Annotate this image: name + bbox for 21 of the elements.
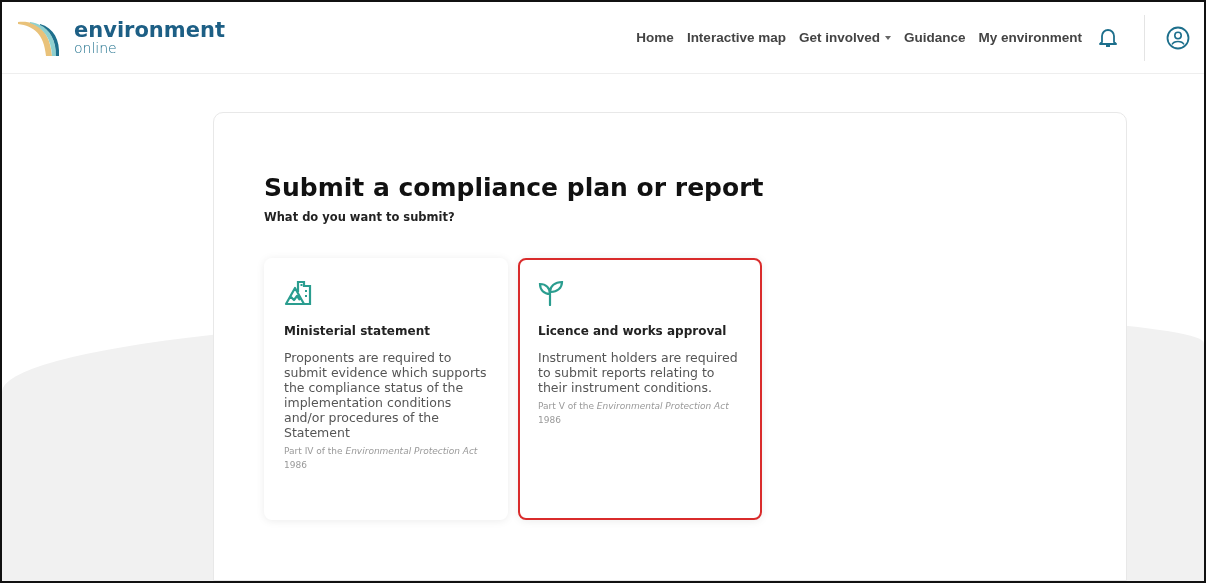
act-reference: Part V of the Environmental Protection Act 1986 bbox=[538, 400, 730, 427]
option-title: Ministerial statement bbox=[284, 324, 431, 338]
option-description: Instrument holders are required to submit reports relating to their instrument conditions. bbox=[538, 350, 739, 395]
nav-link[interactable]: My environment bbox=[978, 30, 1082, 45]
nav-link[interactable]: Get involved bbox=[798, 30, 891, 45]
logo-name[interactable]: environment bbox=[74, 20, 225, 41]
nav-link[interactable]: Guidance bbox=[903, 30, 966, 45]
nav-link[interactable]: Interactive map bbox=[686, 30, 786, 45]
nav-link[interactable]: Home bbox=[636, 30, 674, 45]
act-reference: Part IV of the Environmental Protection Act 1986 bbox=[284, 445, 479, 472]
option-title: Licence and works approval bbox=[538, 324, 728, 338]
option-card[interactable] bbox=[264, 258, 508, 520]
page-title: Submit a compliance plan or report bbox=[264, 173, 765, 202]
question-text: What do you want to submit? bbox=[264, 210, 456, 224]
option-card[interactable]: Licence and works approval Instrument holders are required to submit reports relating to their instrument conditions. Part V of the Environmental Protection Act 1986 bbox=[518, 258, 762, 520]
logo-tagline: online bbox=[74, 41, 118, 55]
buildings-mountain-icon bbox=[284, 280, 312, 306]
bell-icon[interactable] bbox=[1099, 27, 1117, 48]
option-description: Proponents are required to submit evidence which supports the compliance status of the implementation conditions and/or procedures of the Statement bbox=[284, 350, 488, 440]
user-avatar-icon[interactable] bbox=[1166, 25, 1190, 50]
sprout-icon bbox=[538, 280, 564, 306]
